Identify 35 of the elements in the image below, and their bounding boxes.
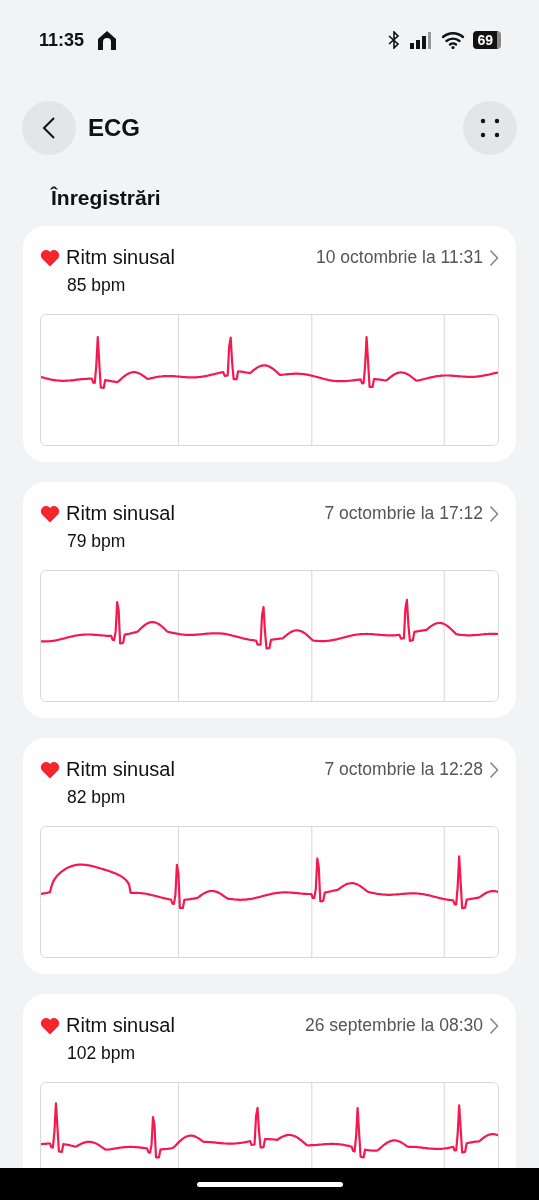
- page-title: ECG: [88, 114, 141, 142]
- rhythm-label: Ritm sinusal: [66, 246, 176, 269]
- heart-icon: [40, 248, 60, 267]
- home-indicator[interactable]: [196, 1181, 343, 1187]
- heart-icon: [40, 1016, 60, 1035]
- heart-rate: 79 bpm: [67, 531, 127, 552]
- section-title: Înregistrări: [49, 185, 162, 210]
- recording-card[interactable]: Ritm sinusal 7 octombrie la 12:28 82 bpm: [23, 738, 516, 974]
- chevron-right-icon: [489, 1016, 499, 1035]
- heart-rate: 102 bpm: [67, 1043, 137, 1064]
- recording-card[interactable]: Ritm sinusal 26 septembrie la 08:30 102 bpm: [23, 994, 516, 1168]
- heart-rate: 85 bpm: [67, 275, 127, 296]
- recording-date: 7 octombrie la 12:28: [324, 759, 483, 780]
- recording-card[interactable]: Ritm sinusal 10 octombrie la 11:31 85 bpm: [23, 226, 516, 462]
- chevron-right-icon: [489, 504, 499, 523]
- rhythm-label: Ritm sinusal: [66, 1014, 176, 1037]
- signal-icon: [409, 31, 434, 49]
- rhythm-label: Ritm sinusal: [66, 758, 176, 781]
- home-icon: [96, 29, 119, 51]
- heart-icon: [40, 760, 60, 779]
- heart-icon: [40, 504, 60, 523]
- battery-indicator: 69: [473, 31, 501, 49]
- chevron-right-icon: [489, 760, 499, 779]
- rhythm-label: Ritm sinusal: [66, 502, 176, 525]
- chevron-right-icon: [489, 248, 499, 267]
- heart-rate: 82 bpm: [67, 787, 127, 808]
- recording-date: 26 septembrie la 08:30: [304, 1015, 483, 1036]
- recording-date: 7 octombrie la 17:12: [324, 503, 483, 524]
- status-time: 11:35: [39, 29, 85, 51]
- recording-date: 10 octombrie la 11:31: [316, 247, 483, 268]
- wifi-icon: [441, 31, 466, 49]
- dots-icon: [480, 118, 500, 138]
- back-icon: [42, 116, 56, 140]
- bluetooth-icon: [387, 31, 402, 49]
- recording-card[interactable]: Ritm sinusal 7 octombrie la 17:12 79 bpm: [23, 482, 516, 718]
